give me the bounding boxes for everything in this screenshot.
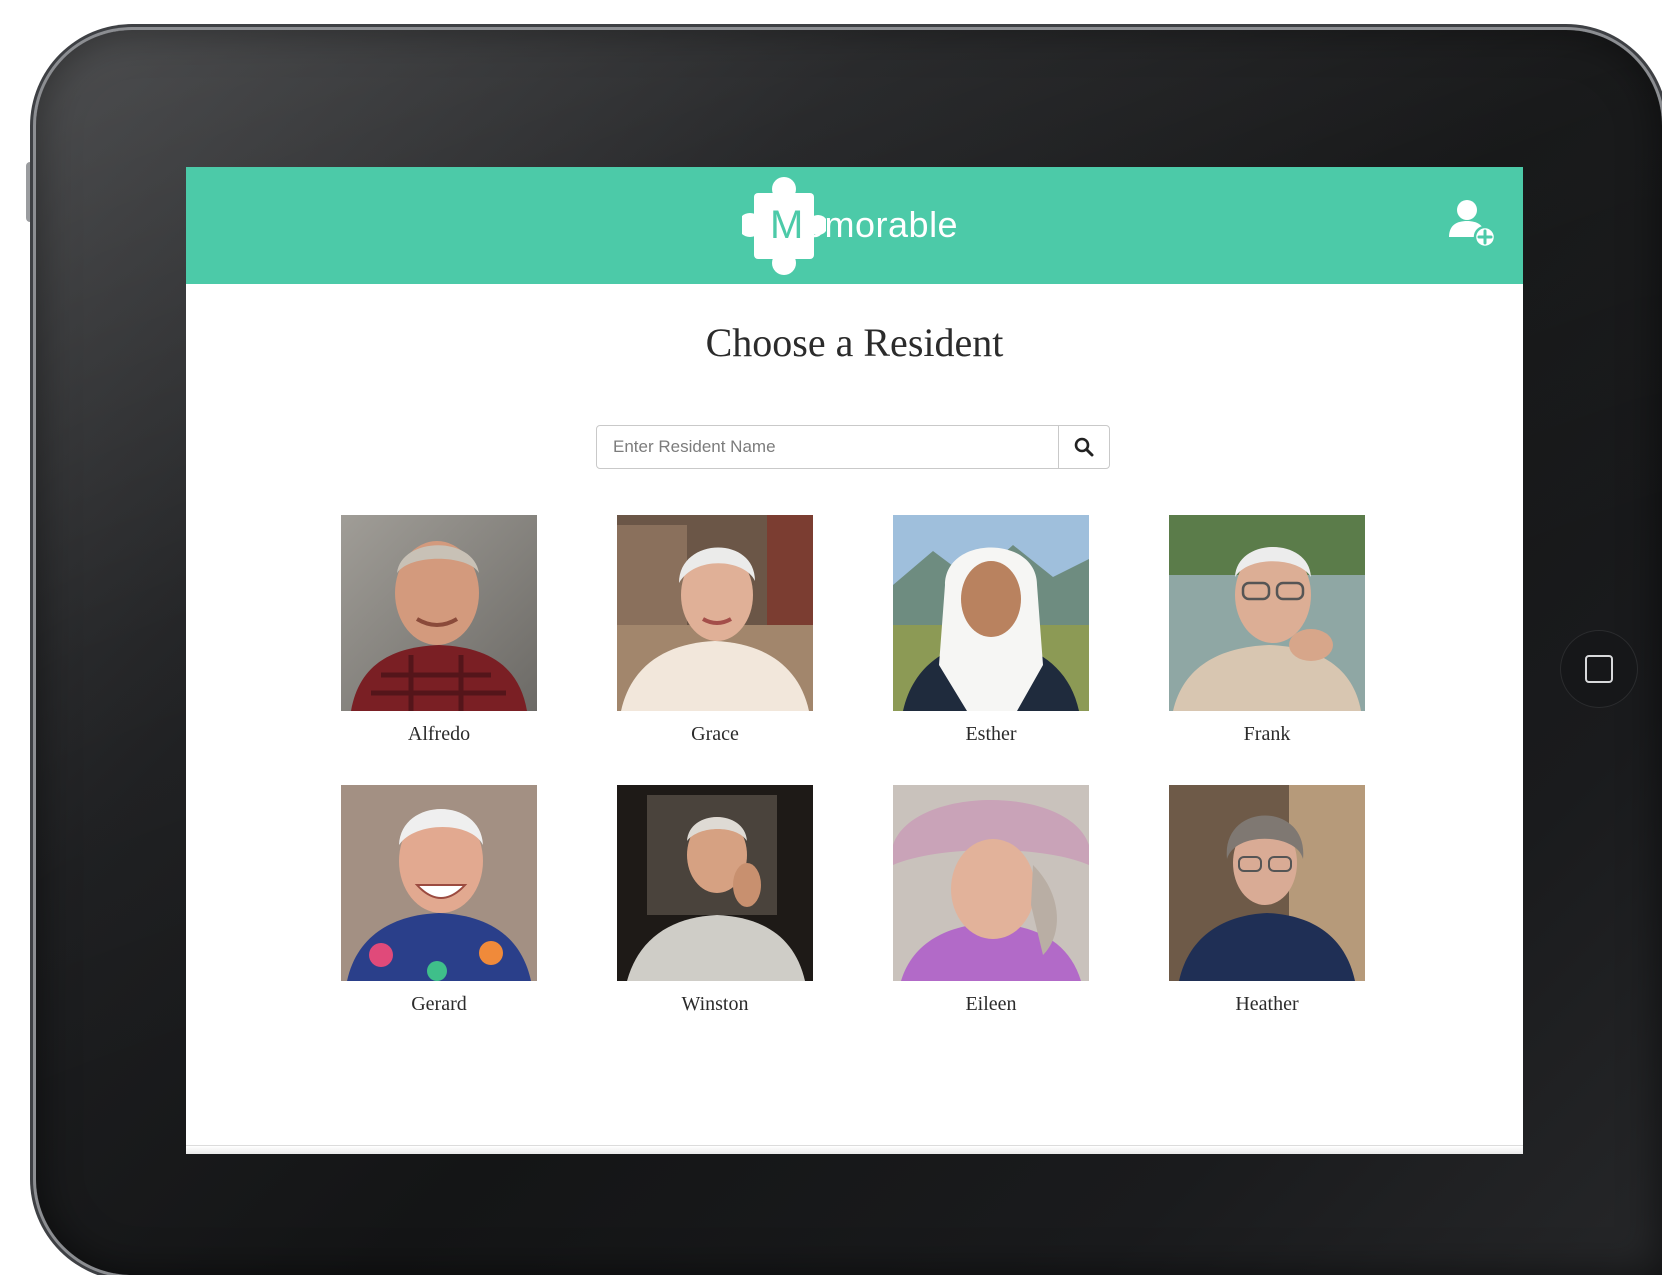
resident-photo — [617, 515, 813, 711]
resident-card-gerard[interactable]: Gerard — [341, 785, 537, 1016]
page-title: Choose a Resident — [705, 320, 1004, 365]
logo-wordmark: emorable — [804, 204, 959, 245]
resident-photo — [341, 515, 537, 711]
resident-name: Grace — [691, 723, 739, 745]
resident-photo — [893, 515, 1089, 711]
memorable-logo: M emorable — [742, 175, 972, 275]
resident-photo — [1169, 785, 1365, 981]
resident-photo — [1169, 515, 1365, 711]
resident-card-frank[interactable]: Frank — [1169, 515, 1365, 746]
home-button[interactable] — [1560, 630, 1638, 708]
resident-name: Winston — [681, 993, 749, 1015]
resident-photo — [617, 785, 813, 981]
resident-name: Frank — [1243, 723, 1291, 745]
resident-card-eileen[interactable]: Eileen — [893, 785, 1089, 1016]
resident-name: Gerard — [411, 993, 467, 1015]
resident-name: Eileen — [965, 993, 1017, 1015]
resident-photo — [341, 785, 537, 981]
resident-search-bar — [596, 425, 1110, 469]
resident-card-heather[interactable]: Heather — [1169, 785, 1365, 1016]
resident-card-esther[interactable]: Esther — [893, 515, 1089, 746]
resident-card-alfredo[interactable]: Alfredo — [341, 515, 537, 746]
resident-name: Alfredo — [407, 723, 471, 745]
resident-name: Heather — [1235, 993, 1299, 1015]
logo-letter: M — [770, 203, 804, 247]
search-button[interactable] — [1058, 426, 1109, 468]
resident-search-input[interactable] — [597, 426, 1058, 468]
resident-photo — [893, 785, 1089, 981]
add-user-icon — [1449, 200, 1497, 249]
device-side-button — [26, 162, 36, 222]
app-header: M emorable — [186, 167, 1523, 284]
resident-card-grace[interactable]: Grace — [617, 515, 813, 746]
resident-name: Esther — [965, 723, 1017, 745]
app-screen: M emorable Choose a Resident Enter Resid… — [186, 167, 1523, 1154]
search-icon — [1074, 437, 1094, 457]
home-square-icon — [1585, 655, 1613, 683]
add-resident-button[interactable] — [1447, 197, 1499, 249]
screen-bottom-edge — [186, 1145, 1523, 1154]
resident-card-winston[interactable]: Winston — [617, 785, 813, 1016]
